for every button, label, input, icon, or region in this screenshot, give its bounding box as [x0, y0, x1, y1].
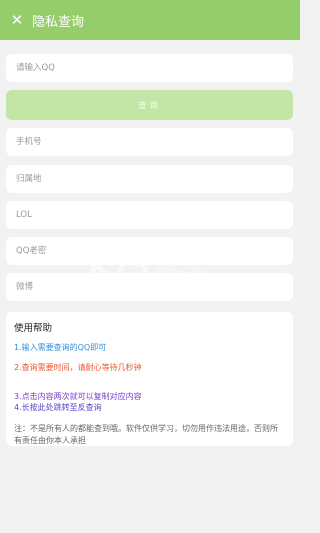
qq-input[interactable] — [14, 62, 293, 74]
phone-field[interactable] — [6, 128, 293, 156]
lol-field[interactable] — [6, 201, 293, 229]
close-icon[interactable]: ✕ — [6, 9, 28, 31]
weibo-input[interactable] — [14, 281, 293, 293]
qq-field[interactable] — [6, 54, 293, 82]
top-bar: ✕ 隐私查询 — [0, 0, 300, 40]
query-button[interactable]: 查询 — [6, 90, 293, 120]
disclaimer-note: 注：不是所有人的都能查到哦。软件仅供学习，切勿用作违法用途，否则所有责任由你本人… — [14, 424, 278, 445]
phone-input[interactable] — [14, 136, 293, 148]
help-item-input-qq: 1.输入需要查询的QQ即可 — [14, 343, 107, 352]
qq-password-field[interactable] — [6, 237, 293, 265]
help-item-reverse-query[interactable]: 4.长按此处跳转至反查询 — [14, 402, 293, 413]
help-panel: 使用帮助 1.输入需要查询的QQ即可 2.查询需要时间，请耐心等待几秒钟 3.点… — [6, 312, 293, 446]
page-title: 隐私查询 — [32, 14, 85, 30]
location-field[interactable] — [6, 165, 293, 193]
help-item-copy: 3.点击内容两次就可以复制对应内容 — [14, 392, 142, 401]
help-title: 使用帮助 — [14, 323, 53, 334]
lol-input[interactable] — [14, 209, 293, 221]
location-input[interactable] — [14, 173, 293, 185]
help-item-wait: 2.查询需要时间，请耐心等待几秒钟 — [14, 363, 142, 372]
qq-password-input[interactable] — [14, 245, 293, 257]
weibo-field[interactable] — [6, 273, 293, 301]
